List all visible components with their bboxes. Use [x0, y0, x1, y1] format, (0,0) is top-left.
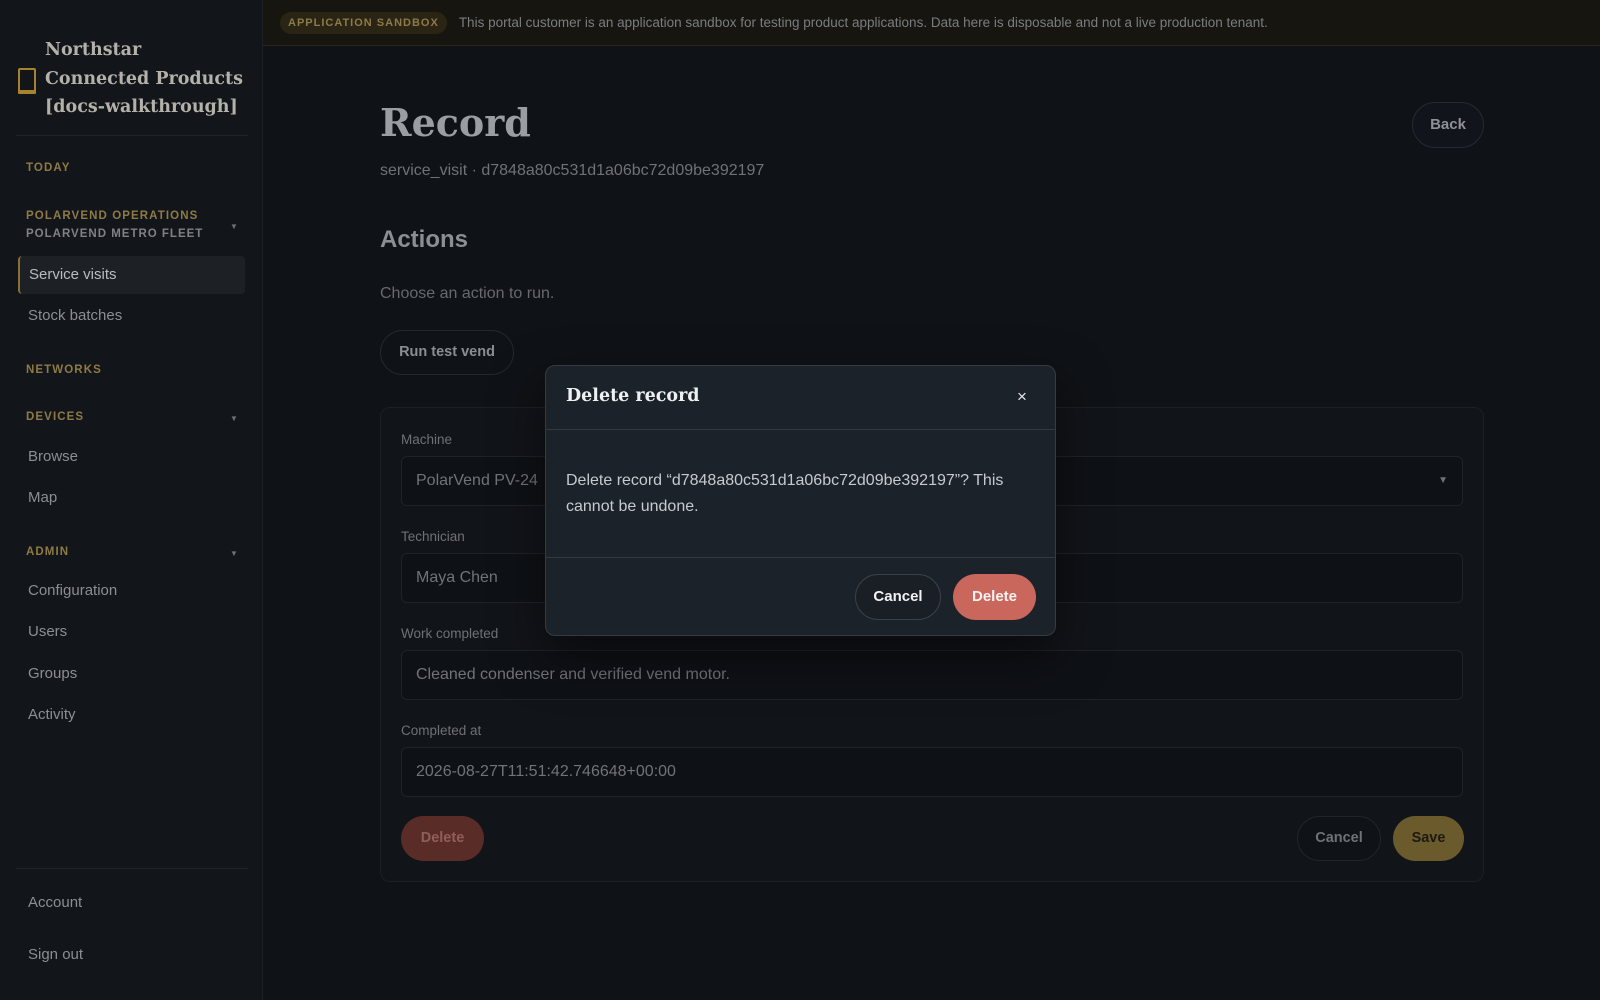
sidebar-item-account[interactable]: Account	[18, 884, 245, 922]
sidebar-item-service-visits[interactable]: Service visits	[18, 256, 245, 294]
sidebar-item-groups[interactable]: Groups	[18, 655, 245, 693]
sidebar-item-browse[interactable]: Browse	[18, 438, 245, 476]
section-today[interactable]: TODAY	[26, 162, 71, 174]
sandbox-banner: APPLICATION SANDBOX This portal customer…	[263, 0, 1600, 46]
work-completed-field[interactable]: Cleaned condenser and verified vend moto…	[401, 650, 1463, 700]
run-test-vend-button[interactable]: Run test vend	[380, 330, 514, 375]
sidebar-item-map[interactable]: Map	[18, 479, 245, 517]
machine-label: Machine	[401, 432, 453, 447]
back-button[interactable]: Back	[1412, 102, 1484, 148]
chevron-down-icon[interactable]: ▼	[230, 222, 238, 231]
sidebar: Northstar Connected Products [docs-walkt…	[0, 0, 263, 1000]
technician-label: Technician	[401, 529, 465, 544]
dialog-cancel-button[interactable]: Cancel	[855, 574, 941, 620]
section-admin[interactable]: ADMIN	[26, 546, 69, 558]
dialog-header: Delete record ×	[546, 366, 1055, 430]
brand[interactable]: Northstar Connected Products [docs-walkt…	[18, 36, 250, 122]
sidebar-item-configuration[interactable]: Configuration	[18, 572, 245, 610]
section-devices[interactable]: DEVICES	[26, 411, 84, 423]
machine-value: PolarVend PV-24	[416, 472, 538, 489]
save-button[interactable]: Save	[1393, 816, 1464, 861]
completed-at-label: Completed at	[401, 723, 482, 738]
actions-heading: Actions	[380, 226, 469, 253]
sidebar-item-activity[interactable]: Activity	[18, 696, 245, 734]
brand-name: Northstar Connected Products [docs-walkt…	[45, 40, 243, 117]
divider	[16, 135, 248, 136]
dialog-message: Delete record “d7848a80c531d1a06bc72d09b…	[566, 472, 1004, 515]
work-completed-label: Work completed	[401, 626, 499, 641]
dialog-title: Delete record	[566, 386, 700, 406]
section-polarvend-operations[interactable]: POLARVEND OPERATIONS	[26, 210, 198, 222]
actions-description: Choose an action to run.	[380, 285, 555, 302]
chevron-down-icon[interactable]: ▼	[230, 414, 238, 423]
divider	[546, 557, 1055, 558]
banner-text: This portal customer is an application s…	[458, 15, 1268, 30]
cancel-button[interactable]: Cancel	[1297, 816, 1381, 861]
chevron-down-icon[interactable]: ▼	[230, 549, 238, 558]
chevron-down-icon: ▼	[1438, 475, 1448, 486]
sandbox-badge: APPLICATION SANDBOX	[280, 11, 447, 34]
divider	[16, 868, 248, 869]
sidebar-item-stock-batches[interactable]: Stock batches	[18, 297, 245, 335]
sidebar-item-sign-out[interactable]: Sign out	[18, 936, 245, 974]
section-polarvend-metro-fleet: POLARVEND METRO FLEET	[26, 228, 204, 240]
door-icon	[18, 68, 36, 94]
completed-at-field[interactable]: 2026-08-27T11:51:42.746648+00:00	[401, 747, 1463, 797]
delete-record-dialog: Delete record × Delete record “d7848a80c…	[545, 365, 1056, 636]
dialog-delete-button[interactable]: Delete	[953, 574, 1036, 620]
page-title: Record	[380, 100, 531, 145]
close-icon[interactable]: ×	[1009, 384, 1035, 410]
section-networks[interactable]: NETWORKS	[26, 364, 102, 376]
sidebar-item-users[interactable]: Users	[18, 613, 245, 651]
record-subtitle: service_visit · d7848a80c531d1a06bc72d09…	[380, 162, 765, 179]
delete-record-button[interactable]: Delete	[401, 816, 484, 861]
